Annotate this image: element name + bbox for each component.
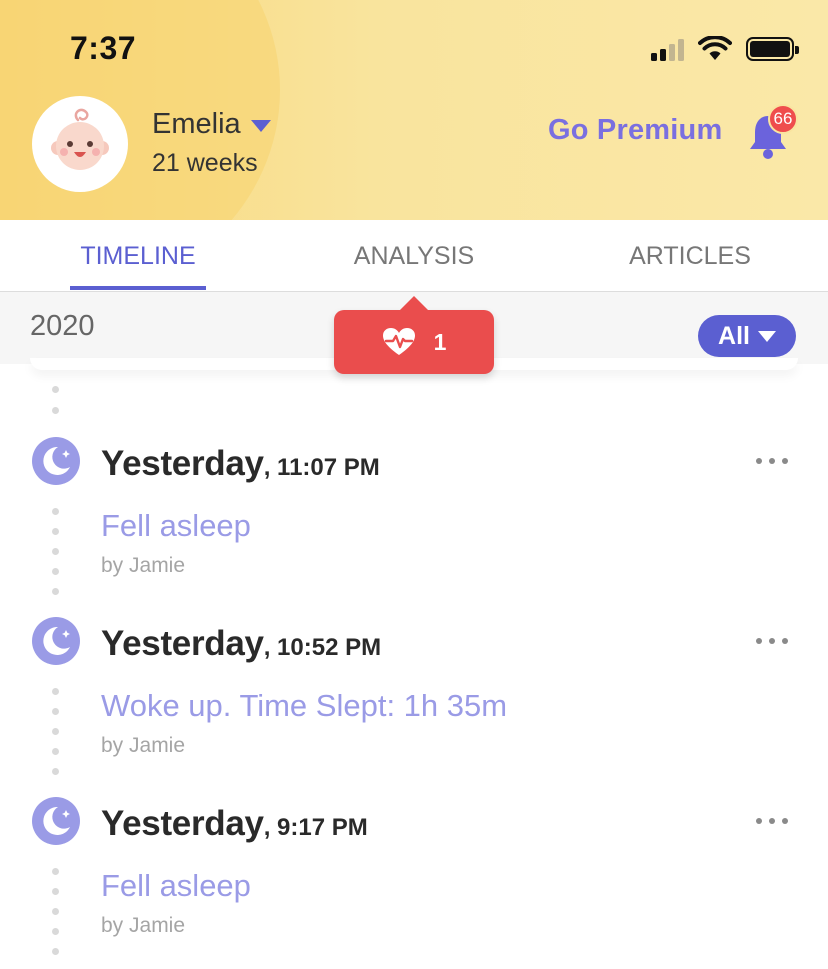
go-premium-link[interactable]: Go Premium	[548, 114, 722, 147]
entry-date: Yesterday, 11:07 PM	[101, 444, 380, 484]
status-bar-time: 7:37	[70, 30, 137, 66]
baby-selector[interactable]: Emelia	[152, 108, 271, 141]
timeline-connector-dot	[52, 708, 59, 715]
notifications-button[interactable]: 66	[744, 104, 804, 160]
caret-down-icon	[757, 330, 776, 342]
tab-articles[interactable]: ARTICLES	[610, 220, 770, 292]
timeline-connector-dot	[52, 588, 59, 595]
notification-count-badge: 66	[768, 104, 798, 134]
timeline-connector-dot	[52, 568, 59, 575]
moon-icon	[32, 437, 80, 485]
timeline-year: 2020	[30, 310, 95, 342]
moon-icon	[32, 617, 80, 665]
baby-age: 21 weeks	[152, 149, 258, 177]
baby-avatar[interactable]	[32, 96, 128, 192]
timeline-connector-dot	[52, 688, 59, 695]
filter-dropdown-button[interactable]: All	[698, 315, 796, 357]
timeline-connector-dot	[52, 908, 59, 915]
timeline-connector-dot	[52, 508, 59, 515]
main-tabs: TIMELINE ANALYSIS ARTICLES	[0, 220, 828, 292]
timeline-connector-dot	[52, 768, 59, 775]
entry-author: by Jamie	[101, 914, 186, 937]
entry-title[interactable]: Woke up. Time Slept: 1h 35m	[101, 688, 507, 724]
timeline-connector-dot	[52, 948, 59, 955]
tab-timeline[interactable]: TIMELINE	[60, 220, 216, 292]
timeline-connector-dot	[52, 407, 59, 414]
entry-author: by Jamie	[101, 554, 186, 577]
active-tab-indicator	[70, 286, 206, 290]
health-alert-count: 1	[433, 328, 447, 355]
more-options-icon[interactable]	[756, 454, 788, 468]
timeline-connector-dot	[52, 868, 59, 875]
profile-header: 7:37 Emelia 21 weeks Go Premium 66	[0, 0, 828, 220]
baby-face-icon	[51, 108, 109, 170]
battery-icon	[746, 37, 799, 61]
entry-title[interactable]: Fell asleep	[101, 868, 251, 904]
entry-title[interactable]: Fell asleep	[101, 508, 251, 544]
entry-time: , 10:52 PM	[263, 634, 382, 661]
status-bar-icons	[651, 36, 799, 62]
wifi-icon	[698, 36, 732, 60]
timeline-connector-dot	[52, 548, 59, 555]
moon-icon	[32, 797, 80, 845]
cellular-signal-icon	[651, 37, 684, 61]
timeline-connector-dot	[52, 888, 59, 895]
timeline-connector-dot	[52, 528, 59, 535]
timeline-connector-dot	[52, 728, 59, 735]
heart-pulse-icon	[382, 328, 415, 355]
health-alert-button[interactable]: 1	[334, 296, 494, 374]
baby-name: Emelia	[152, 108, 241, 140]
filter-label: All	[718, 321, 750, 350]
entry-time: , 9:17 PM	[263, 814, 368, 841]
entry-day: Yesterday	[101, 804, 264, 843]
more-options-icon[interactable]	[756, 814, 788, 828]
timeline-connector-dot	[52, 386, 59, 393]
entry-time: , 11:07 PM	[263, 454, 380, 481]
entry-author: by Jamie	[101, 734, 186, 757]
entry-date: Yesterday, 10:52 PM	[101, 624, 381, 664]
tab-analysis[interactable]: ANALYSIS	[334, 220, 494, 292]
entry-day: Yesterday	[101, 624, 264, 663]
entry-date: Yesterday, 9:17 PM	[101, 804, 368, 844]
entry-day: Yesterday	[101, 444, 264, 483]
timeline-connector-dot	[52, 748, 59, 755]
timeline-connector-dot	[52, 928, 59, 935]
more-options-icon[interactable]	[756, 634, 788, 648]
tooltip-pointer	[400, 296, 428, 310]
caret-down-icon	[250, 119, 271, 132]
